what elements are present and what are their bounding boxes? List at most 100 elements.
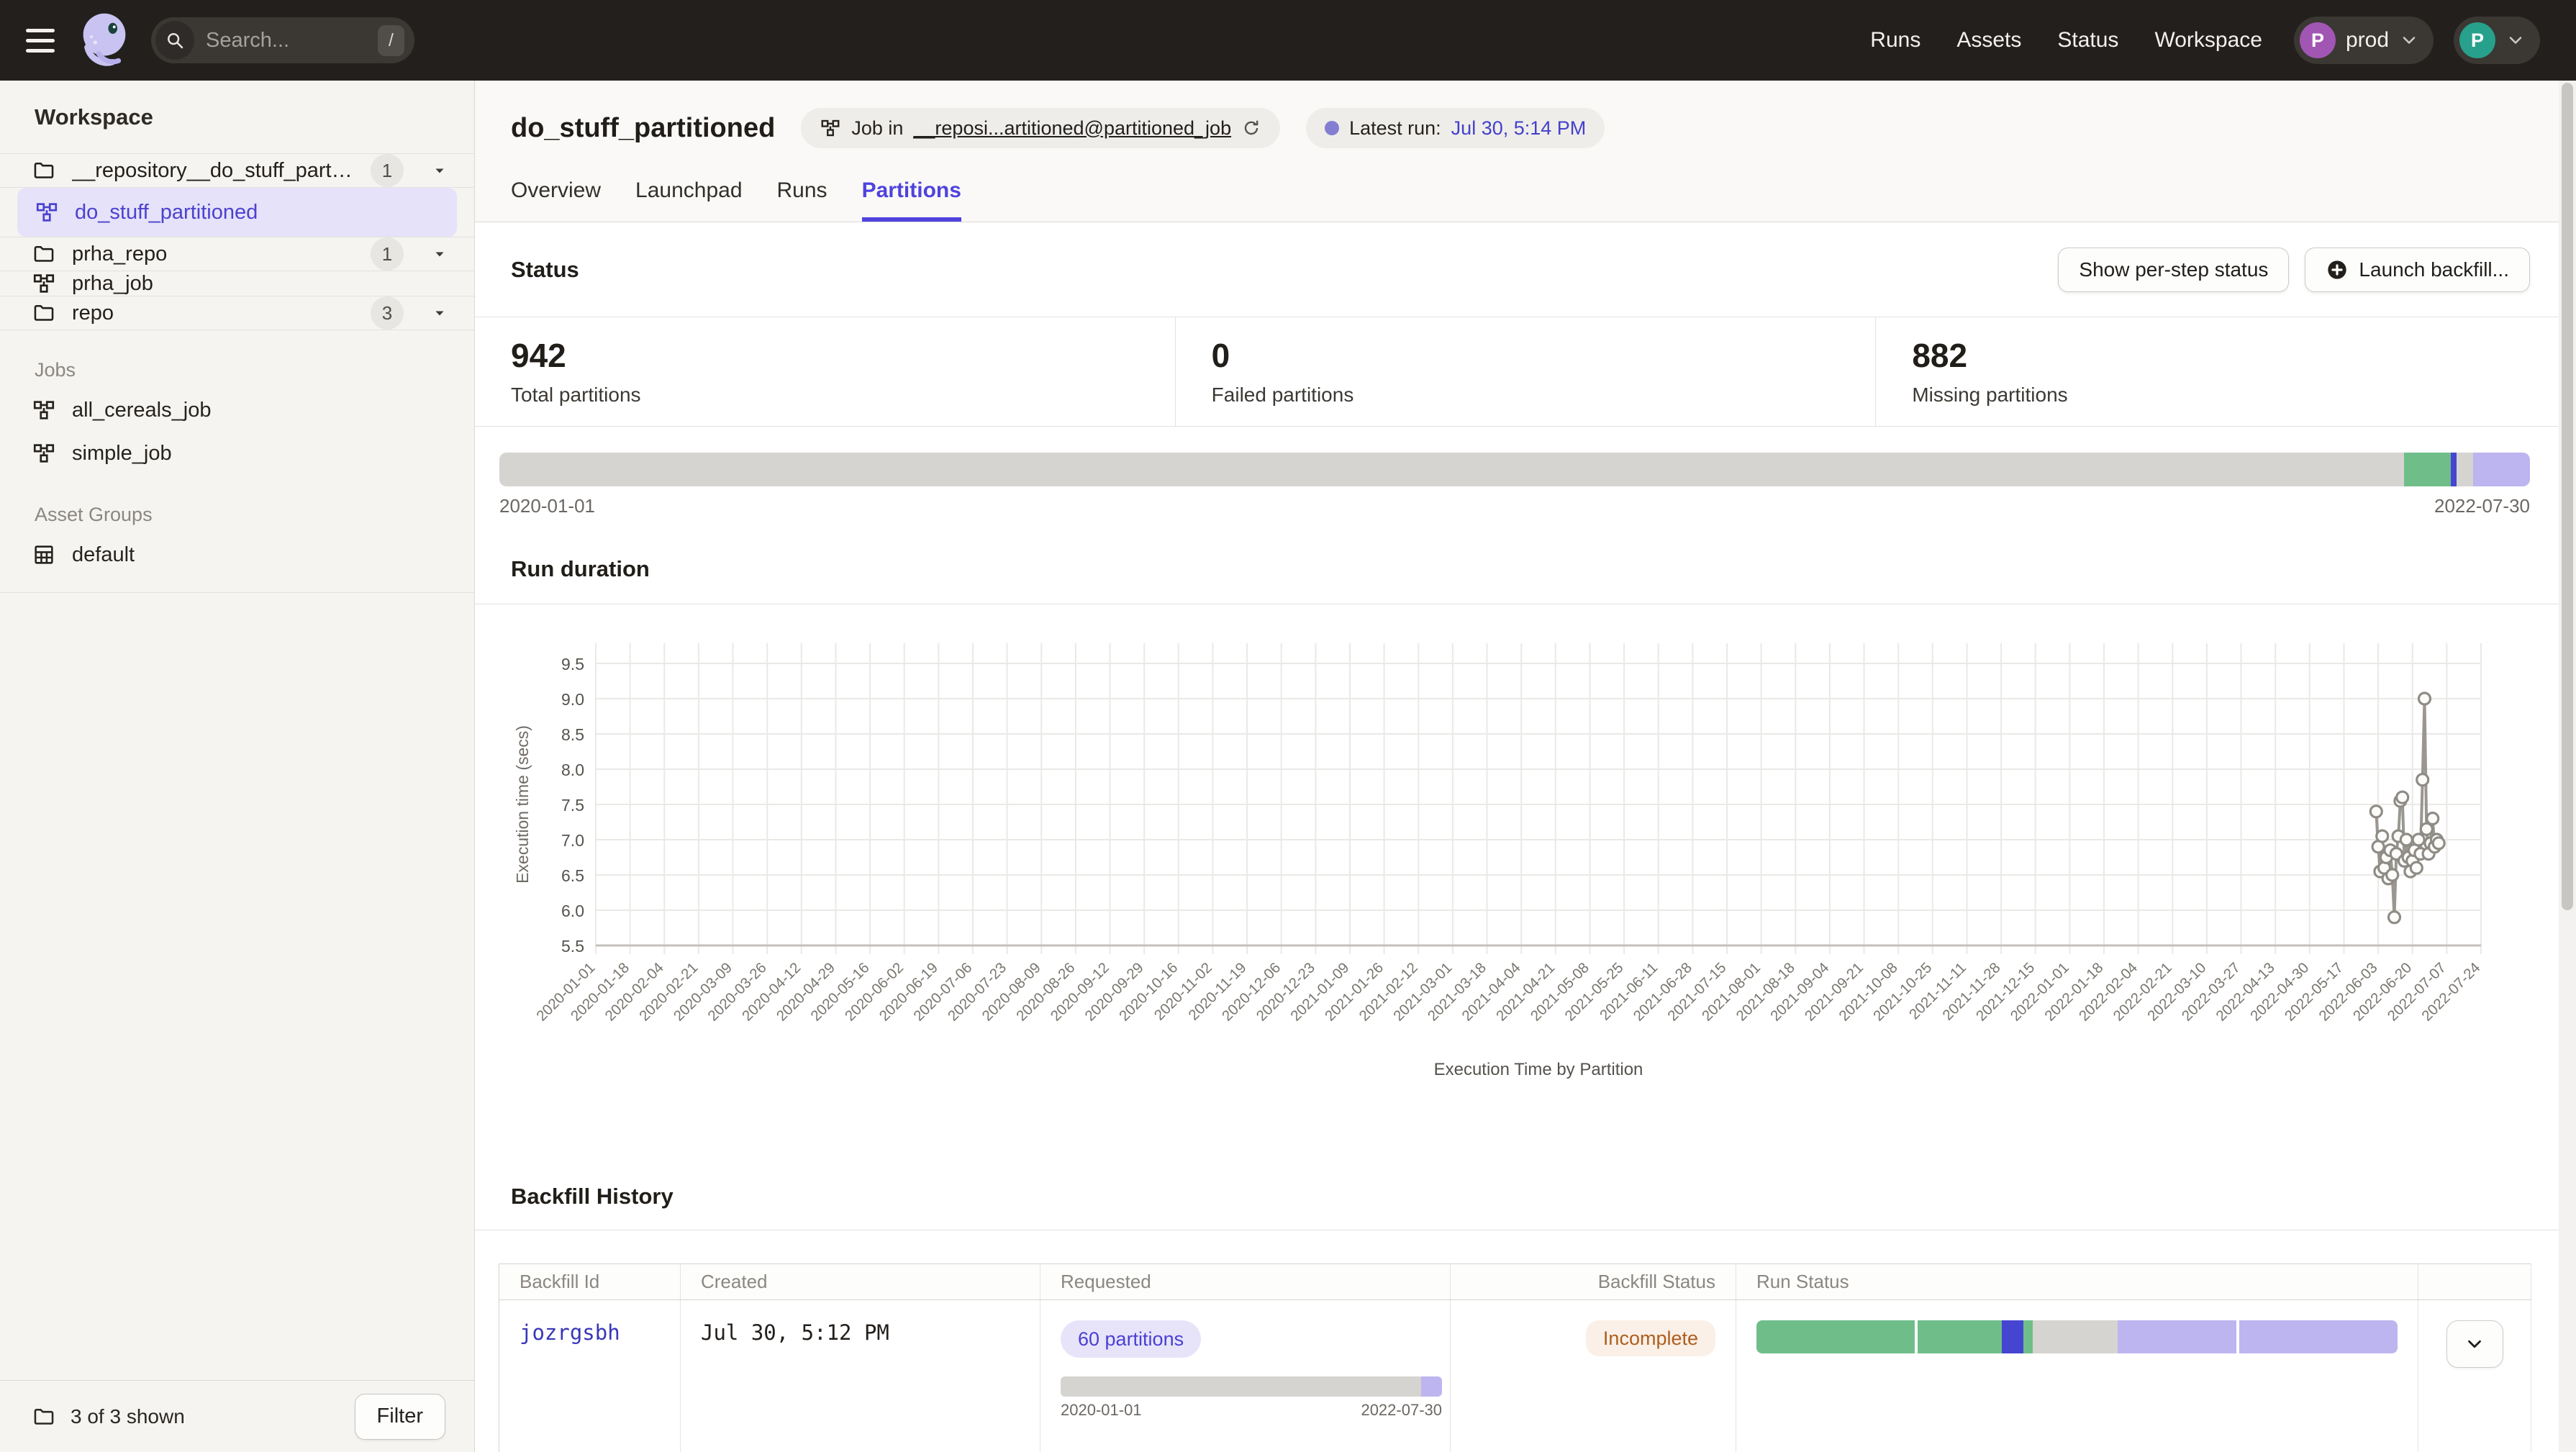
user-avatar: P [2459,22,2495,58]
user-menu[interactable]: P [2454,17,2540,64]
requested-bar-labels: 2020-01-012022-07-30 [1061,1401,1442,1420]
backfill-history-heading: Backfill History [475,1184,2576,1210]
stat-label: Missing partitions [1912,384,2576,407]
latest-run-link[interactable]: Jul 30, 5:14 PM [1451,117,1587,140]
run-status-bar [1756,1320,2398,1353]
deployment-switcher[interactable]: P prod [2294,17,2434,64]
stat-label: Total partitions [511,384,1175,407]
caret-down-icon[interactable] [431,162,448,179]
scrollbar-thumb[interactable] [2562,83,2573,910]
requested-partitions-chip: 60 partitions [1061,1320,1201,1358]
count-badge: 1 [371,154,404,187]
table-row: jozrgsbh Jul 30, 5:12 PM 60 partitions 2020… [499,1300,2531,1452]
topbar-nav-runs[interactable]: Runs [1870,28,1920,53]
stat-value: 942 [511,336,1175,375]
dagster-logo-icon[interactable] [71,6,138,74]
job-origin-pill: Job in __reposi...artitioned@partitioned… [801,108,1280,148]
backfill-id-link[interactable]: jozrgsbh [520,1320,620,1345]
partition-status-bar-wrap: 2020-01-01 2022-07-30 [475,427,2576,517]
column-header-actions [2418,1264,2531,1300]
sidebar-item-label: repo [72,301,355,325]
status-heading: Status [511,257,579,283]
bar-segment [2023,1320,2033,1353]
caret-down-icon[interactable] [431,245,448,263]
folder-icon [32,1405,56,1429]
sidebar-item--repository-do-stuff-partitio-[interactable]: __repository__do_stuff_partitio...1 [0,154,474,188]
backfill-table-header-row: Backfill IdCreatedRequestedBackfill Stat… [499,1264,2531,1300]
sidebar-section-asset-groups: Asset Groups default [0,475,474,593]
sidebar-section-heading: Asset Groups [0,504,474,526]
plus-circle-icon [2326,258,2349,281]
chevron-down-icon [2505,30,2526,50]
sidebar-item-prha-job[interactable]: prha_job [0,271,474,296]
launch-backfill-button[interactable]: Launch backfill... [2305,248,2530,292]
column-header-requested: Requested [1040,1264,1451,1300]
sidebar-item-simple_job[interactable]: simple_job [0,432,474,475]
sidebar-item-repo[interactable]: repo3 [0,296,474,330]
column-header-run-status: Run Status [1736,1264,2418,1300]
sidebar-section-heading: Jobs [0,359,474,381]
deployment-label: prod [2346,28,2389,53]
svg-text:7.0: 7.0 [561,831,584,850]
workspace-sidebar: Workspace __repository__do_stuff_partiti… [0,81,475,1452]
column-header-created: Created [681,1264,1040,1300]
topbar-nav-assets[interactable]: Assets [1956,28,2021,53]
tab-bar: Overview Launchpad Runs Partitions [511,178,2540,222]
bar-segment [2451,453,2457,486]
folder-icon [32,301,56,325]
tab-runs[interactable]: Runs [777,178,827,222]
actions-cell [2418,1300,2531,1452]
partition-range-end: 2022-07-30 [2434,495,2530,517]
tab-launchpad[interactable]: Launchpad [635,178,742,222]
partition-range-start: 2020-01-01 [499,495,595,517]
sidebar-selected-pill: do_stuff_partitioned [17,188,457,237]
job-origin-link[interactable]: __reposi...artitioned@partitioned_job [913,117,1231,140]
tab-overview[interactable]: Overview [511,178,601,222]
sidebar-item-label: prha_job [72,272,448,296]
sidebar-item-label: simple_job [72,442,172,466]
sidebar-item-all_cereals_job[interactable]: all_cereals_job [0,389,474,432]
backfill-table: Backfill IdCreatedRequestedBackfill Stat… [499,1263,2531,1452]
sidebar-item-do-stuff-partitioned[interactable]: do_stuff_partitioned [0,188,474,237]
filter-button[interactable]: Filter [355,1394,445,1440]
svg-text:8.5: 8.5 [561,725,584,744]
job-icon [820,117,841,139]
stat-value: 0 [1212,336,1876,375]
reload-icon[interactable] [1241,118,1261,138]
stat-failed-partitions: 0 Failed partitions [1176,317,1877,426]
caret-down-icon[interactable] [431,304,448,322]
sidebar-item-prha-repo[interactable]: prha_repo1 [0,237,474,271]
bar-segment [2002,1320,2023,1353]
stat-missing-partitions: 882Missing partitions [1876,317,2576,426]
stat-total-partitions: 942 Total partitions [475,317,1176,426]
menu-icon[interactable] [26,29,55,53]
created-cell: Jul 30, 5:12 PM [681,1300,1040,1452]
tab-partitions[interactable]: Partitions [862,178,961,222]
topbar-nav-status[interactable]: Status [2057,28,2118,53]
search-shortcut-badge: / [378,25,404,56]
column-header-backfill-id: Backfill Id [499,1264,681,1300]
page-header: do_stuff_partitioned Job in __reposi...a… [475,81,2576,222]
show-per-step-status-button[interactable]: Show per-step status [2058,248,2289,292]
main-content: do_stuff_partitioned Job in __reposi...a… [475,81,2576,1452]
sidebar-item-default[interactable]: default [0,533,474,576]
requested-partition-bar [1061,1376,1442,1397]
expand-row-button[interactable] [2446,1320,2503,1368]
stat-label: Failed partitions [1212,384,1876,407]
run-duration-chart: 9.59.08.58.07.57.06.56.05.52020-01-01202… [504,614,2576,1100]
bar-segment [2239,1320,2398,1353]
search-input[interactable]: Search... / [151,17,414,63]
partition-stats: 942 Total partitions 0 Failed partitions882… [475,317,2576,427]
svg-text:9.0: 9.0 [561,690,584,709]
topbar: Search... / Runs Assets Status Workspace P … [0,0,2576,81]
topbar-nav-workspace[interactable]: Workspace [2154,28,2262,53]
svg-text:8.0: 8.0 [561,761,584,779]
bar-segment [2473,453,2530,486]
topbar-nav: Runs Assets Status Workspace [1870,28,2262,53]
sidebar-item-label: do_stuff_partitioned [75,201,440,224]
run-status-cell [1736,1300,2418,1452]
repos-shown-count: 3 of 3 shown [71,1405,185,1428]
search-placeholder: Search... [206,29,366,53]
svg-text:5.5: 5.5 [561,937,584,956]
sidebar-item-label: all_cereals_job [72,399,211,422]
